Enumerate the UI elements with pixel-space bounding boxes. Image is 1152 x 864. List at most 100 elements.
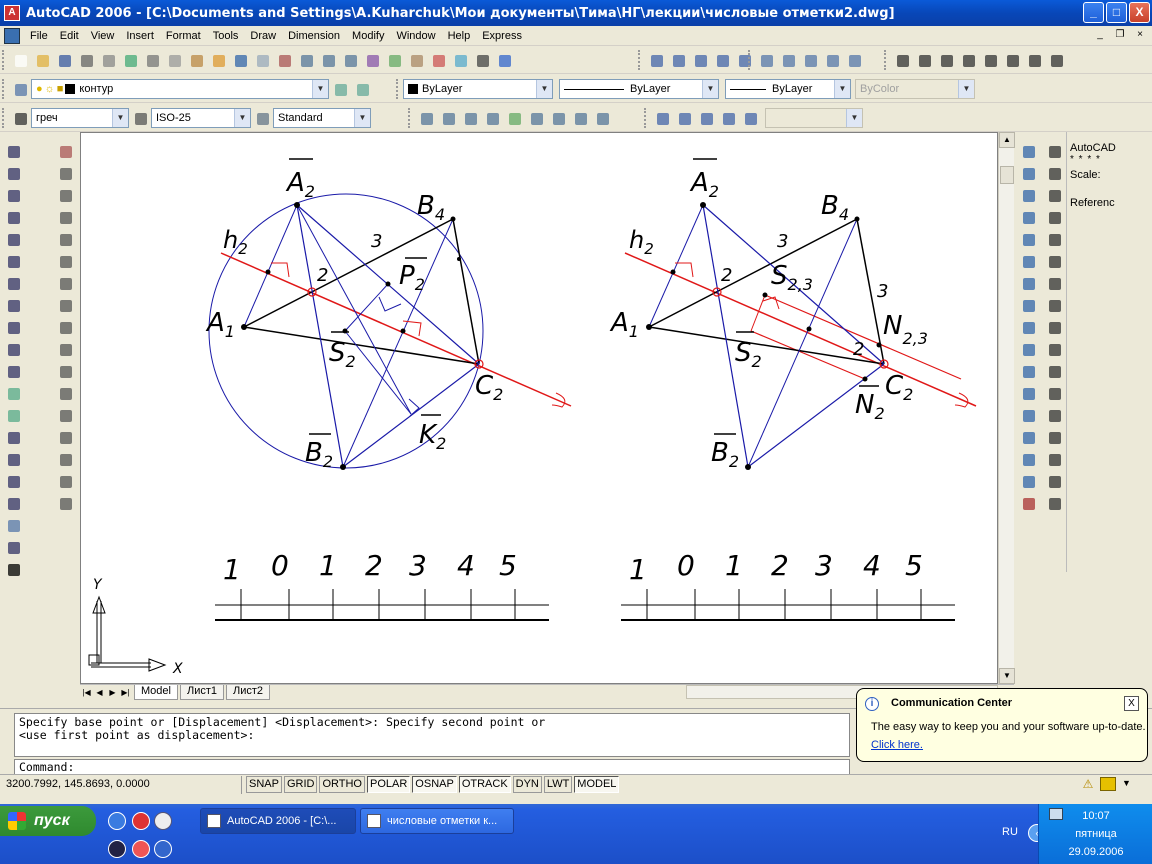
doc-restore-button[interactable]: ❐ [1112, 28, 1128, 42]
start-button[interactable]: пуск [0, 806, 96, 836]
dim-style-dropdown[interactable]: ISO-25 ▼ [151, 108, 251, 128]
polygon-icon[interactable] [3, 207, 23, 227]
balloon-close-button[interactable]: X [1124, 696, 1139, 711]
mail-icon[interactable] [154, 812, 172, 830]
toolbar-grip[interactable] [396, 79, 400, 99]
snap-toggle[interactable]: SNAP [246, 776, 282, 793]
multiline-text-icon[interactable] [3, 559, 23, 579]
table-icon[interactable] [3, 515, 23, 535]
array-icon[interactable] [55, 229, 75, 249]
fillet-icon[interactable] [55, 471, 75, 491]
close-button[interactable]: X [1129, 2, 1150, 23]
linetype-dropdown[interactable]: ByLayer ▼ [559, 79, 719, 99]
redo-icon[interactable] [252, 50, 272, 70]
clock-time[interactable]: 10:07 [1039, 810, 1152, 822]
text-tool-icon[interactable] [1002, 50, 1022, 70]
insert-block-icon[interactable] [3, 383, 23, 403]
lwt-toggle[interactable]: LWT [543, 776, 573, 793]
menu-tools[interactable]: Tools [207, 30, 245, 42]
zoom-extents-icon[interactable] [592, 108, 612, 128]
snap-extension-icon[interactable] [1018, 273, 1038, 293]
match-properties-icon[interactable] [208, 50, 228, 70]
zoom-window-icon[interactable] [318, 50, 338, 70]
language-indicator[interactable]: RU [1002, 826, 1018, 838]
toolbar-grip[interactable] [644, 108, 648, 128]
quicklaunch-app-icon[interactable] [108, 840, 126, 858]
trim-icon[interactable] [55, 339, 75, 359]
erase-icon[interactable] [55, 141, 75, 161]
last-tab-icon[interactable]: ▶| [119, 686, 132, 699]
chamfer-icon[interactable] [55, 449, 75, 469]
break-at-point-icon[interactable] [55, 383, 75, 403]
snap-perpendicular-icon[interactable] [1018, 361, 1038, 381]
make-current-icon[interactable] [330, 79, 350, 99]
polyline-icon[interactable] [3, 185, 23, 205]
snap-center-icon[interactable] [1018, 295, 1038, 315]
zoom-object-icon[interactable] [504, 108, 524, 128]
quick-dimension-icon[interactable] [1044, 317, 1064, 337]
tab-layout1[interactable]: Лист1 [179, 685, 224, 700]
block-tool-icon[interactable] [822, 50, 842, 70]
snap-quadrant-icon[interactable] [1018, 317, 1038, 337]
publish-icon[interactable] [120, 50, 140, 70]
menu-window[interactable]: Window [390, 30, 441, 42]
scroll-thumb[interactable] [1000, 166, 1014, 184]
undo-icon[interactable] [230, 50, 250, 70]
snap-intersection-icon[interactable] [1018, 229, 1038, 249]
dim-angular-icon[interactable] [1044, 295, 1064, 315]
zoom-all-icon[interactable] [570, 108, 590, 128]
color-dropdown[interactable]: ByLayer ▼ [403, 79, 553, 99]
zoom-realtime-icon[interactable] [296, 50, 316, 70]
doc-minimize-button[interactable]: _ [1092, 28, 1108, 42]
menu-help[interactable]: Help [442, 30, 477, 42]
tab-model[interactable]: Model [134, 685, 178, 700]
calculator-icon[interactable] [472, 50, 492, 70]
dim-ordinate-icon[interactable] [1044, 207, 1064, 227]
snap-apparent-intersection-icon[interactable] [1018, 251, 1038, 271]
text-tool-icon[interactable] [936, 50, 956, 70]
text-style-icon[interactable] [10, 108, 30, 128]
zoom-scale-icon[interactable] [460, 108, 480, 128]
chevron-down-icon[interactable]: ▼ [234, 109, 250, 127]
dim-style-icon[interactable] [130, 108, 150, 128]
text-style-dropdown[interactable]: греч ▼ [31, 108, 129, 128]
block-tool-icon[interactable] [778, 50, 798, 70]
menu-format[interactable]: Format [160, 30, 207, 42]
toolbar-grip[interactable] [638, 50, 642, 70]
tolerance-icon[interactable] [1044, 405, 1064, 425]
break-icon[interactable] [55, 405, 75, 425]
doc-close-button[interactable]: × [1132, 28, 1148, 42]
ellipse-arc-icon[interactable] [3, 361, 23, 381]
first-tab-icon[interactable]: |◀ [80, 686, 93, 699]
chevron-down-icon[interactable]: ▼ [112, 109, 128, 127]
spline-icon[interactable] [3, 317, 23, 337]
extend-icon[interactable] [55, 361, 75, 381]
copy-object-icon[interactable] [55, 163, 75, 183]
dim-edit-icon[interactable] [1044, 449, 1064, 469]
menu-insert[interactable]: Insert [120, 30, 160, 42]
tab-layout2[interactable]: Лист2 [226, 685, 271, 700]
communication-center-balloon[interactable]: i Communication Center X The easy way to… [856, 688, 1148, 762]
dim-diameter-icon[interactable] [1044, 273, 1064, 293]
rectangle-icon[interactable] [3, 229, 23, 249]
opera-icon[interactable] [132, 812, 150, 830]
design-center-icon[interactable] [384, 50, 404, 70]
menu-edit[interactable]: Edit [54, 30, 85, 42]
snap-nearest-icon[interactable] [1018, 449, 1038, 469]
snap-from-icon[interactable] [1018, 163, 1038, 183]
arc-icon[interactable] [3, 251, 23, 271]
plot-preview-icon[interactable] [98, 50, 118, 70]
sheet-set-icon[interactable] [428, 50, 448, 70]
tool-palettes-icon[interactable] [406, 50, 426, 70]
point-icon[interactable] [3, 427, 23, 447]
explode-icon[interactable] [55, 493, 75, 513]
chevron-down-icon[interactable]: ▼ [312, 80, 328, 98]
cut-icon[interactable] [142, 50, 162, 70]
save-icon[interactable] [54, 50, 74, 70]
snap-node-icon[interactable] [1018, 427, 1038, 447]
ellipse-icon[interactable] [3, 339, 23, 359]
open-icon[interactable] [32, 50, 52, 70]
text-tool-icon[interactable] [958, 50, 978, 70]
viewport-icon[interactable] [674, 108, 694, 128]
zoom-previous-icon[interactable] [340, 50, 360, 70]
